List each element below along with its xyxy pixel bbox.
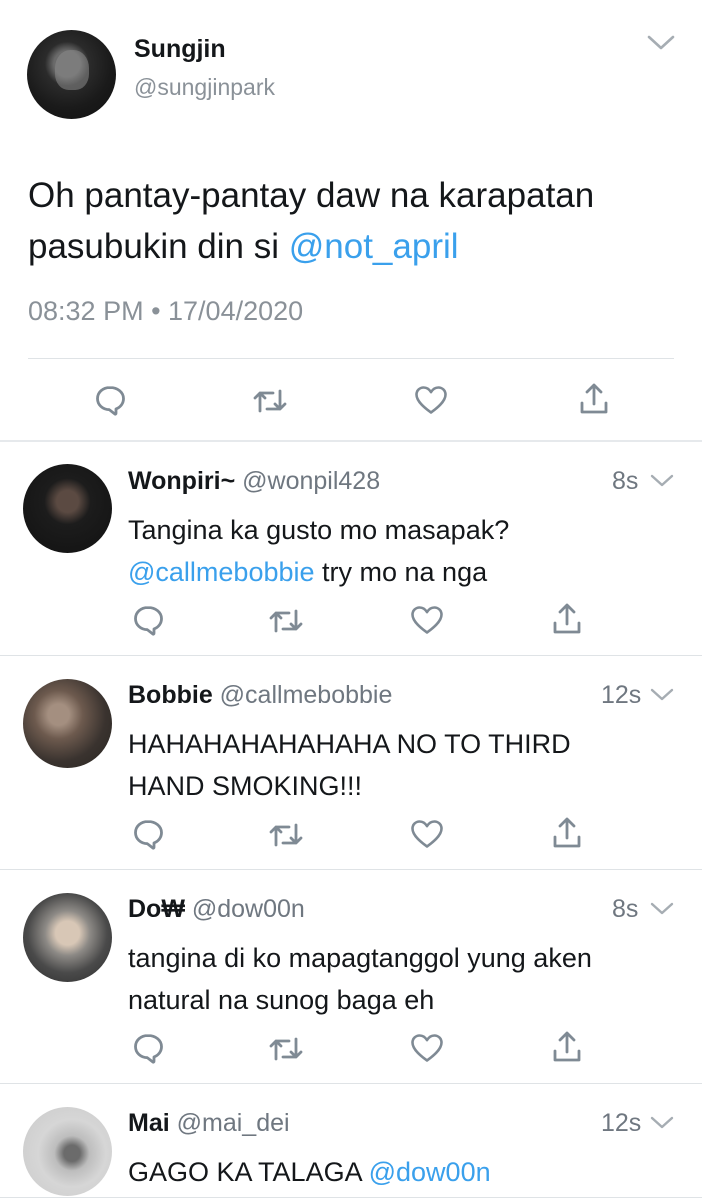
reply-text-line: tangina di ko mapagtanggol yung aken — [128, 943, 592, 973]
reply-menu-chevron-down-icon[interactable] — [650, 1116, 674, 1130]
reply-divider — [0, 1083, 702, 1084]
main-retweet-icon[interactable] — [252, 386, 288, 416]
main-tweet-author-handle[interactable]: @sungjinpark — [134, 74, 275, 101]
reply-author-name[interactable]: Mai — [128, 1109, 170, 1137]
heart-icon[interactable] — [410, 1033, 444, 1063]
reply-icon[interactable] — [132, 818, 164, 850]
reply-mention-link[interactable]: @dow00n — [369, 1157, 491, 1187]
reply-menu-chevron-down-icon[interactable] — [650, 902, 674, 916]
reply-divider — [0, 1197, 702, 1198]
reply-text-segment: try mo na nga — [314, 557, 488, 587]
reply-text-line: GAGO KA TALAGA @dow00n — [128, 1151, 668, 1193]
reply-icon[interactable] — [132, 604, 164, 636]
reply-text: HAHAHAHAHAHAHA NO TO THIRD HAND SMOKING!… — [128, 723, 668, 807]
reply-text-line: natural na sunog baga eh — [128, 985, 435, 1015]
reply-timestamp: 12s — [601, 1109, 642, 1137]
reply-text-line: HAND SMOKING!!! — [128, 771, 363, 801]
main-heart-icon[interactable] — [414, 385, 448, 415]
reply-text: Tangina ka gusto mo masapak? @callmebobb… — [128, 509, 668, 593]
reply-menu-chevron-down-icon[interactable] — [650, 474, 674, 488]
reply-author-name[interactable]: Do₩ — [128, 895, 185, 923]
main-reply-icon[interactable] — [94, 384, 126, 416]
reply-timestamp: 8s — [612, 895, 639, 923]
reply-text: tangina di ko mapagtanggol yung aken nat… — [128, 937, 668, 1021]
reply-text-line: HAHAHAHAHAHAHA NO TO THIRD — [128, 729, 571, 759]
reply-divider — [0, 869, 702, 870]
retweet-icon[interactable] — [268, 606, 304, 636]
reply-author-handle[interactable]: @callmebobbie — [220, 681, 393, 709]
main-tweet-divider — [28, 358, 674, 359]
reply-avatar[interactable] — [23, 893, 112, 982]
main-tweet-menu-chevron-down-icon[interactable] — [646, 34, 676, 52]
reply-author-handle[interactable]: @dow00n — [192, 895, 305, 923]
reply-text: GAGO KA TALAGA @dow00n — [128, 1151, 668, 1193]
main-tweet-avatar[interactable] — [27, 30, 116, 119]
reply-avatar[interactable] — [23, 679, 112, 768]
reply-avatar[interactable] — [23, 1107, 112, 1196]
reply-text-line: @callmebobbie try mo na nga — [128, 551, 668, 593]
heart-icon[interactable] — [410, 605, 444, 635]
reply-icon[interactable] — [132, 1032, 164, 1064]
reply-author-handle[interactable]: @mai_dei — [177, 1109, 290, 1137]
reply-header: Bobbie @callmebobbie — [128, 681, 392, 710]
reply-timestamp: 8s — [612, 467, 639, 495]
share-icon[interactable] — [551, 816, 583, 850]
retweet-icon[interactable] — [268, 1034, 304, 1064]
reply-menu-chevron-down-icon[interactable] — [650, 688, 674, 702]
main-tweet-author-name[interactable]: Sungjin — [134, 35, 226, 64]
main-tweet-bottom-border — [0, 440, 702, 442]
reply-avatar[interactable] — [23, 464, 112, 553]
reply-divider — [0, 655, 702, 656]
main-tweet-text: Oh pantay-pantay daw na karapatan pasubu… — [28, 170, 678, 272]
share-icon[interactable] — [551, 602, 583, 636]
reply-author-name[interactable]: Bobbie — [128, 681, 213, 709]
reply-text-line: Tangina ka gusto mo masapak? — [128, 515, 510, 545]
main-share-icon[interactable] — [578, 382, 610, 416]
reply-header: Wonpiri~ @wonpil428 — [128, 467, 380, 496]
retweet-icon[interactable] — [268, 820, 304, 850]
heart-icon[interactable] — [410, 819, 444, 849]
reply-header: Do₩ @dow00n — [128, 895, 305, 924]
reply-mention-link[interactable]: @callmebobbie — [128, 557, 315, 587]
main-tweet-timestamp: 08:32 PM • 17/04/2020 — [28, 296, 304, 326]
reply-author-handle[interactable]: @wonpil428 — [242, 467, 380, 495]
reply-text-segment: GAGO KA TALAGA — [128, 1157, 369, 1187]
main-tweet-mention-link[interactable]: @not_april — [289, 227, 459, 266]
reply-header: Mai @mai_dei — [128, 1109, 290, 1138]
share-icon[interactable] — [551, 1030, 583, 1064]
reply-timestamp: 12s — [601, 681, 642, 709]
reply-author-name[interactable]: Wonpiri~ — [128, 467, 235, 495]
